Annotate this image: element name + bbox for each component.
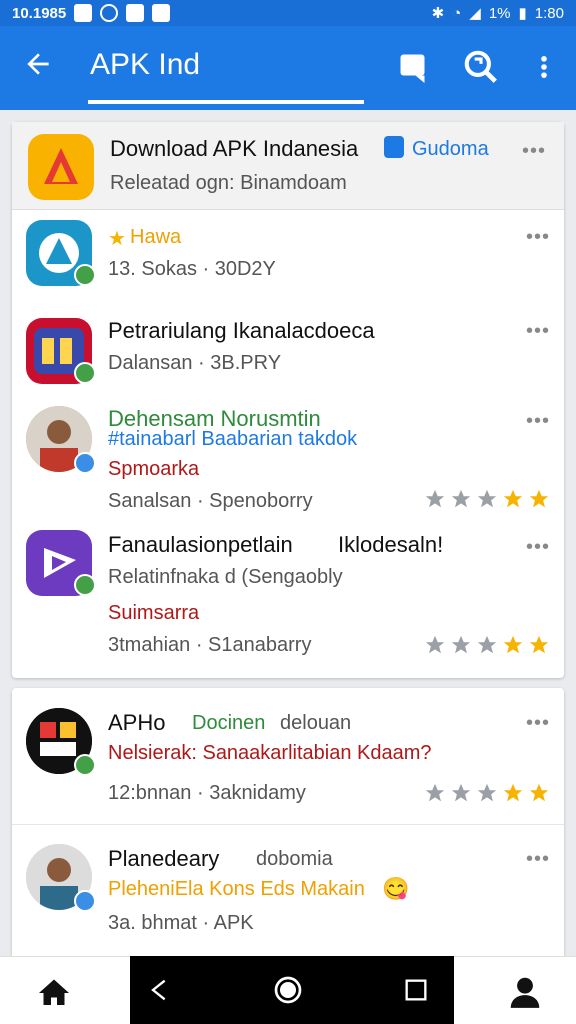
item-tag: dobomia [256,848,333,870]
item-description: PleheniEla Kons Eds Makain [108,878,365,900]
featured-app-row[interactable]: Download APK Indanesia Gudoma Releatad o… [12,122,564,210]
more-icon[interactable]: ••• [526,226,550,249]
bluetooth-icon: ✱ [431,5,445,22]
status-right: ✱ ◔ ◢ 1% ▮ 1:80 [431,4,564,23]
system-home-icon[interactable] [272,974,304,1006]
app-bar: APK Ind [0,26,576,110]
home-icon[interactable] [36,975,72,1011]
star-icon [477,489,497,508]
more-icon[interactable]: ••• [526,536,550,559]
status-time: 10.1985 [12,4,67,22]
item-tagline: #tainabarl Baabarian takdok [108,428,358,450]
item-description: Nelsierak: Sanaakarlitabian Kdaam? [108,742,432,764]
item-meta: 12:bnnan · 3aknidamy [108,782,306,804]
back-arrow-icon[interactable] [22,48,54,80]
more-icon[interactable]: ••• [526,410,550,433]
status-bar: 10.1985 ✱ ◔ ◢ 1% ▮ 1:80 [0,0,576,26]
page-title: APK Ind [90,48,201,81]
chat-icon[interactable] [396,50,432,86]
star-icon [425,489,445,508]
featured-publisher[interactable]: Gudoma [412,138,489,161]
battery-level: 1% [488,4,511,22]
more-icon[interactable]: ••• [526,848,550,871]
item-meta: Sanalsan · Spenoborry [108,490,313,512]
divider [12,824,564,825]
more-icon[interactable]: ••• [522,140,546,163]
item-meta: Dalansan · 3B.PRY [108,352,282,374]
item-meta: 3tmahian · S1anabarry [108,634,312,656]
item-tag-2: delouan [280,712,352,734]
featured-title: Download APK Indanesia [110,136,359,161]
system-navigation-bar [130,956,454,1024]
download-icon [126,4,145,22]
item-meta: 3a. bhmat · APK [108,912,254,934]
star-icon [503,489,523,508]
check-badge-icon [74,264,96,286]
item-category: Suimsarra [108,602,200,624]
system-back-icon[interactable] [146,976,174,1004]
file-icon [152,4,171,22]
star-icon [477,635,497,654]
star-icon [425,635,445,654]
item-title-extra: Iklodesaln! [338,532,444,557]
verified-icon [384,136,404,158]
item-title: APHo [108,710,166,735]
check-badge-icon [74,362,96,384]
featured-app-icon [28,134,94,200]
emoji-icon: 😋 [382,876,410,901]
item-title: Planedeary [108,846,220,871]
more-icon[interactable]: ••• [526,712,550,735]
signal-icon: ◢ [469,5,481,22]
title-underline [88,100,364,104]
rating-stars [424,782,550,804]
rating-stars [424,488,550,510]
item-title: Petrariulang Ikanalacdoeca [108,318,375,343]
star-icon [451,635,471,654]
item-title: Fanaulasionpetlain [108,532,293,557]
star-icon [503,783,523,802]
item-tag: Docinen [192,712,266,734]
check-badge-icon [74,452,96,474]
star-icon: ★ [108,228,126,250]
search-icon[interactable] [462,48,500,86]
status-clock: 1:80 [534,4,564,22]
item-meta: 13. Sokas · 30D2Y [108,258,276,280]
more-icon[interactable]: ••• [526,320,550,343]
star-icon [529,783,549,802]
star-icon [477,783,497,802]
star-icon [529,489,549,508]
notification-icon [74,4,93,22]
star-icon [503,635,523,654]
star-icon [451,783,471,802]
overflow-menu-icon[interactable] [530,48,558,86]
system-recents-icon[interactable] [402,976,430,1004]
star-icon [529,635,549,654]
app-list-card: Download APK Indanesia Gudoma Releatad o… [12,122,564,678]
settings-icon [100,4,119,22]
check-badge-icon [74,754,96,776]
star-icon [425,783,445,802]
battery-icon: ▮ [518,5,527,22]
logo-icon [44,148,78,184]
check-badge-icon [74,890,96,912]
wifi-icon: ◔ [452,4,462,22]
rating-stars [424,634,550,656]
star-icon [451,489,471,508]
item-category: Spmoarka [108,458,200,480]
check-badge-icon [74,574,96,596]
item-title: Hawa [130,226,182,248]
featured-subtitle: Releatad ogn: Binamdoam [110,172,347,194]
profile-icon[interactable] [506,973,544,1011]
app-list-card-2: APHo Docinen delouan Nelsierak: Sanaakar… [12,688,564,968]
item-subtitle: Relatinfnaka d (Sengaobly [108,566,343,588]
